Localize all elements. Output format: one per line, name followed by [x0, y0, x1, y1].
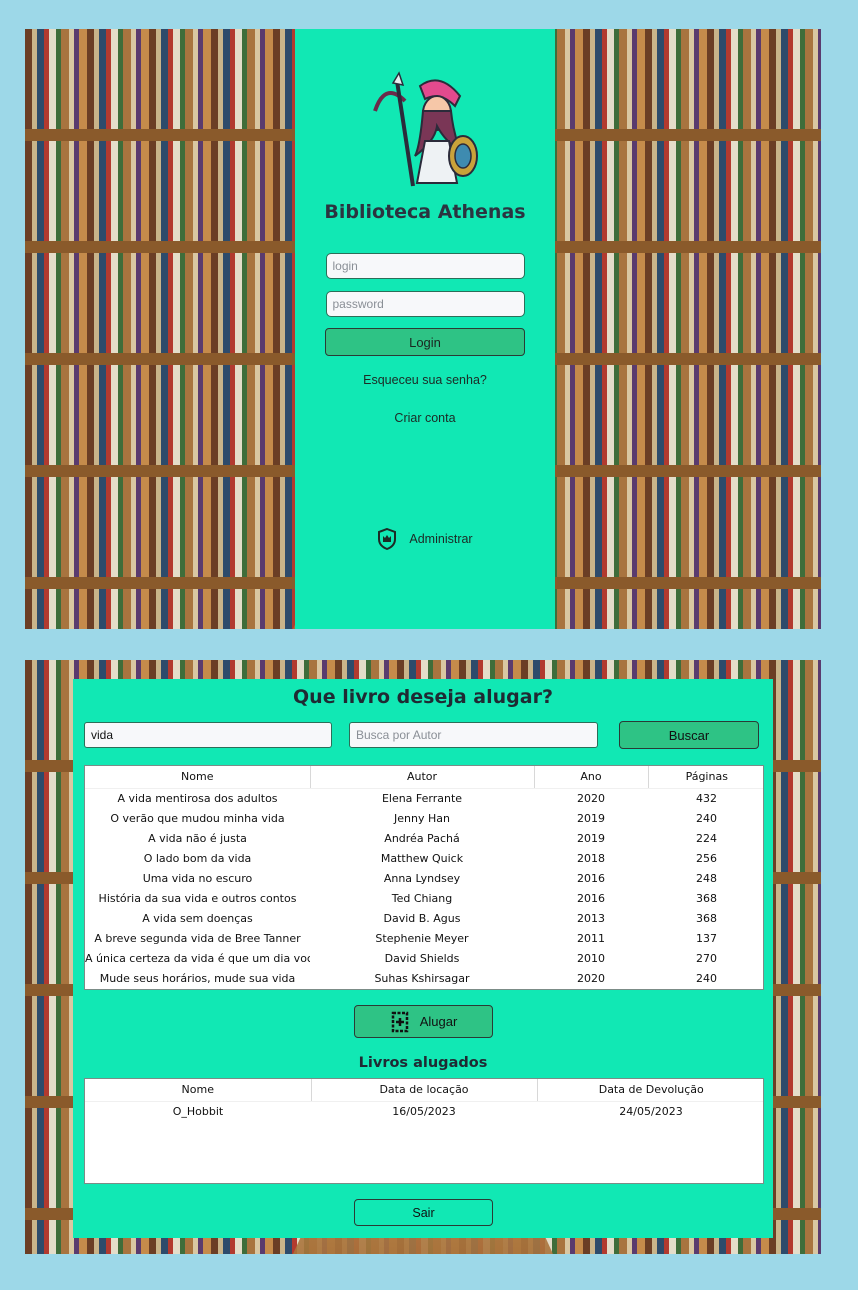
table-cell: A breve segunda vida de Bree Tanner — [94, 931, 301, 945]
table-cell: O verão que mudou minha vida — [110, 811, 285, 825]
table-cell: Ted Chiang — [391, 891, 453, 905]
table-row[interactable]: A vida sem doenças David B. Agus 2013 368 — [85, 908, 763, 928]
admin-label: Administrar — [409, 532, 473, 546]
table-cell: Stephenie Meyer — [375, 931, 469, 945]
column-header-name[interactable]: Nome — [85, 1079, 312, 1102]
table-row[interactable]: Mude seus horários, mude sua vida Suhas K… — [85, 968, 763, 988]
rented-books-title: Livros alugados — [358, 1055, 488, 1071]
rental-title: Que livro deseja alugar? — [293, 686, 553, 708]
books-table[interactable]: Nome Autor Ano Páginas A vida mentirosa … — [84, 765, 764, 990]
table-cell: A vida mentirosa dos adultos — [117, 791, 278, 805]
table-cell: Uma vida no escuro — [142, 871, 253, 885]
table-cell: 2010 — [577, 951, 605, 965]
table-cell: 368 — [696, 891, 717, 905]
athena-warrior-logo-icon — [373, 71, 478, 187]
table-row[interactable]: Uma vida no escuro Anna Lyndsey 2016 248 — [85, 868, 763, 888]
login-button[interactable]: Login — [325, 328, 525, 356]
table-cell: 368 — [696, 911, 717, 925]
rented-books-table[interactable]: Nome Data de locação Data de Devolução O… — [84, 1078, 764, 1184]
table-row[interactable]: A vida mentirosa dos adultos Elena Ferran… — [85, 788, 763, 808]
column-header-author[interactable]: Autor — [310, 766, 535, 789]
table-cell: Andréa Pachá — [384, 831, 460, 845]
table-cell: Jenny Han — [394, 811, 450, 825]
forgot-password-link[interactable]: Esqueceu sua senha? — [363, 373, 487, 387]
table-cell: 2018 — [577, 851, 605, 865]
rent-button[interactable]: Alugar — [354, 1005, 493, 1038]
exit-button[interactable]: Sair — [354, 1199, 493, 1226]
table-cell: David Shields — [384, 951, 460, 965]
table-cell: 24/05/2023 — [619, 1104, 683, 1118]
table-row[interactable]: O_Hobbit 16/05/2023 24/05/2023 — [85, 1101, 763, 1121]
table-cell: 2019 — [577, 831, 605, 845]
table-cell: 2013 — [577, 911, 605, 925]
column-header-name[interactable]: Nome — [85, 766, 311, 789]
table-cell: História da sua vida e outros contos — [98, 891, 297, 905]
table-row[interactable]: A vida não é justa Andréa Pachá 2019 224 — [85, 828, 763, 848]
rented-table-header: Nome Data de locação Data de Devolução — [85, 1079, 763, 1102]
table-cell: Suhas Kshirsagar — [374, 971, 470, 985]
book-add-icon — [391, 1011, 408, 1032]
create-account-link[interactable]: Criar conta — [394, 411, 455, 425]
table-cell: 2011 — [577, 931, 605, 945]
table-cell: Elena Ferrante — [381, 791, 463, 805]
title-search-input[interactable] — [84, 722, 332, 748]
table-cell: 2020 — [577, 971, 605, 985]
table-cell: A vida não é justa — [148, 831, 247, 845]
table-cell: 137 — [696, 931, 717, 945]
column-header-year[interactable]: Ano — [534, 766, 649, 789]
table-cell: 256 — [696, 851, 717, 865]
admin-link[interactable]: Administrar — [377, 528, 473, 550]
table-cell: 224 — [696, 831, 717, 845]
table-cell: 248 — [696, 871, 717, 885]
column-header-pages[interactable]: Páginas — [648, 766, 763, 789]
table-row[interactable]: A única certeza da vida é que um dia voc… — [85, 948, 763, 968]
table-cell: O lado bom da vida — [143, 851, 252, 865]
table-cell: O_Hobbit — [172, 1104, 224, 1118]
shield-crown-icon — [378, 528, 397, 550]
table-cell: 270 — [696, 951, 717, 965]
table-cell: Matthew Quick — [380, 851, 464, 865]
table-cell: David B. Agus — [383, 911, 461, 925]
login-input[interactable] — [325, 253, 525, 279]
search-button[interactable]: Buscar — [619, 721, 759, 749]
table-cell: Mude seus horários, mude sua vida — [99, 971, 296, 985]
table-row[interactable]: O lado bom da vida Matthew Quick 2018 256 — [85, 848, 763, 868]
table-cell: 2019 — [577, 811, 605, 825]
table-cell: A vida sem doenças — [142, 911, 253, 925]
table-cell: 2016 — [577, 891, 605, 905]
table-cell: 2016 — [577, 871, 605, 885]
table-cell: 2020 — [577, 791, 605, 805]
table-row[interactable]: O verão que mudou minha vida Jenny Han 201… — [85, 808, 763, 828]
author-search-input[interactable] — [349, 722, 598, 748]
books-table-header: Nome Autor Ano Páginas — [85, 766, 763, 789]
table-row[interactable]: História da sua vida e outros contos Ted … — [85, 888, 763, 908]
table-cell: A única certeza da vida é que um dia voc… — [85, 951, 310, 965]
table-cell: 16/05/2023 — [392, 1104, 456, 1118]
table-cell: 432 — [696, 791, 717, 805]
rent-button-label: Alugar — [419, 1014, 458, 1029]
table-cell: 240 — [696, 971, 717, 985]
table-cell: Anna Lyndsey — [383, 871, 461, 885]
library-brand-title: Biblioteca Athenas — [324, 201, 526, 223]
password-input[interactable] — [325, 291, 525, 317]
table-row[interactable]: A breve segunda vida de Bree Tanner Steph… — [85, 928, 763, 948]
column-header-rent-date[interactable]: Data de locação — [311, 1079, 538, 1102]
table-cell: 240 — [696, 811, 717, 825]
column-header-return-date[interactable]: Data de Devolução — [537, 1079, 763, 1102]
rental-panel: Que livro deseja alugar? Buscar Nome Aut… — [73, 679, 773, 1238]
login-panel: Biblioteca Athenas Login Esqueceu sua se… — [295, 29, 555, 629]
